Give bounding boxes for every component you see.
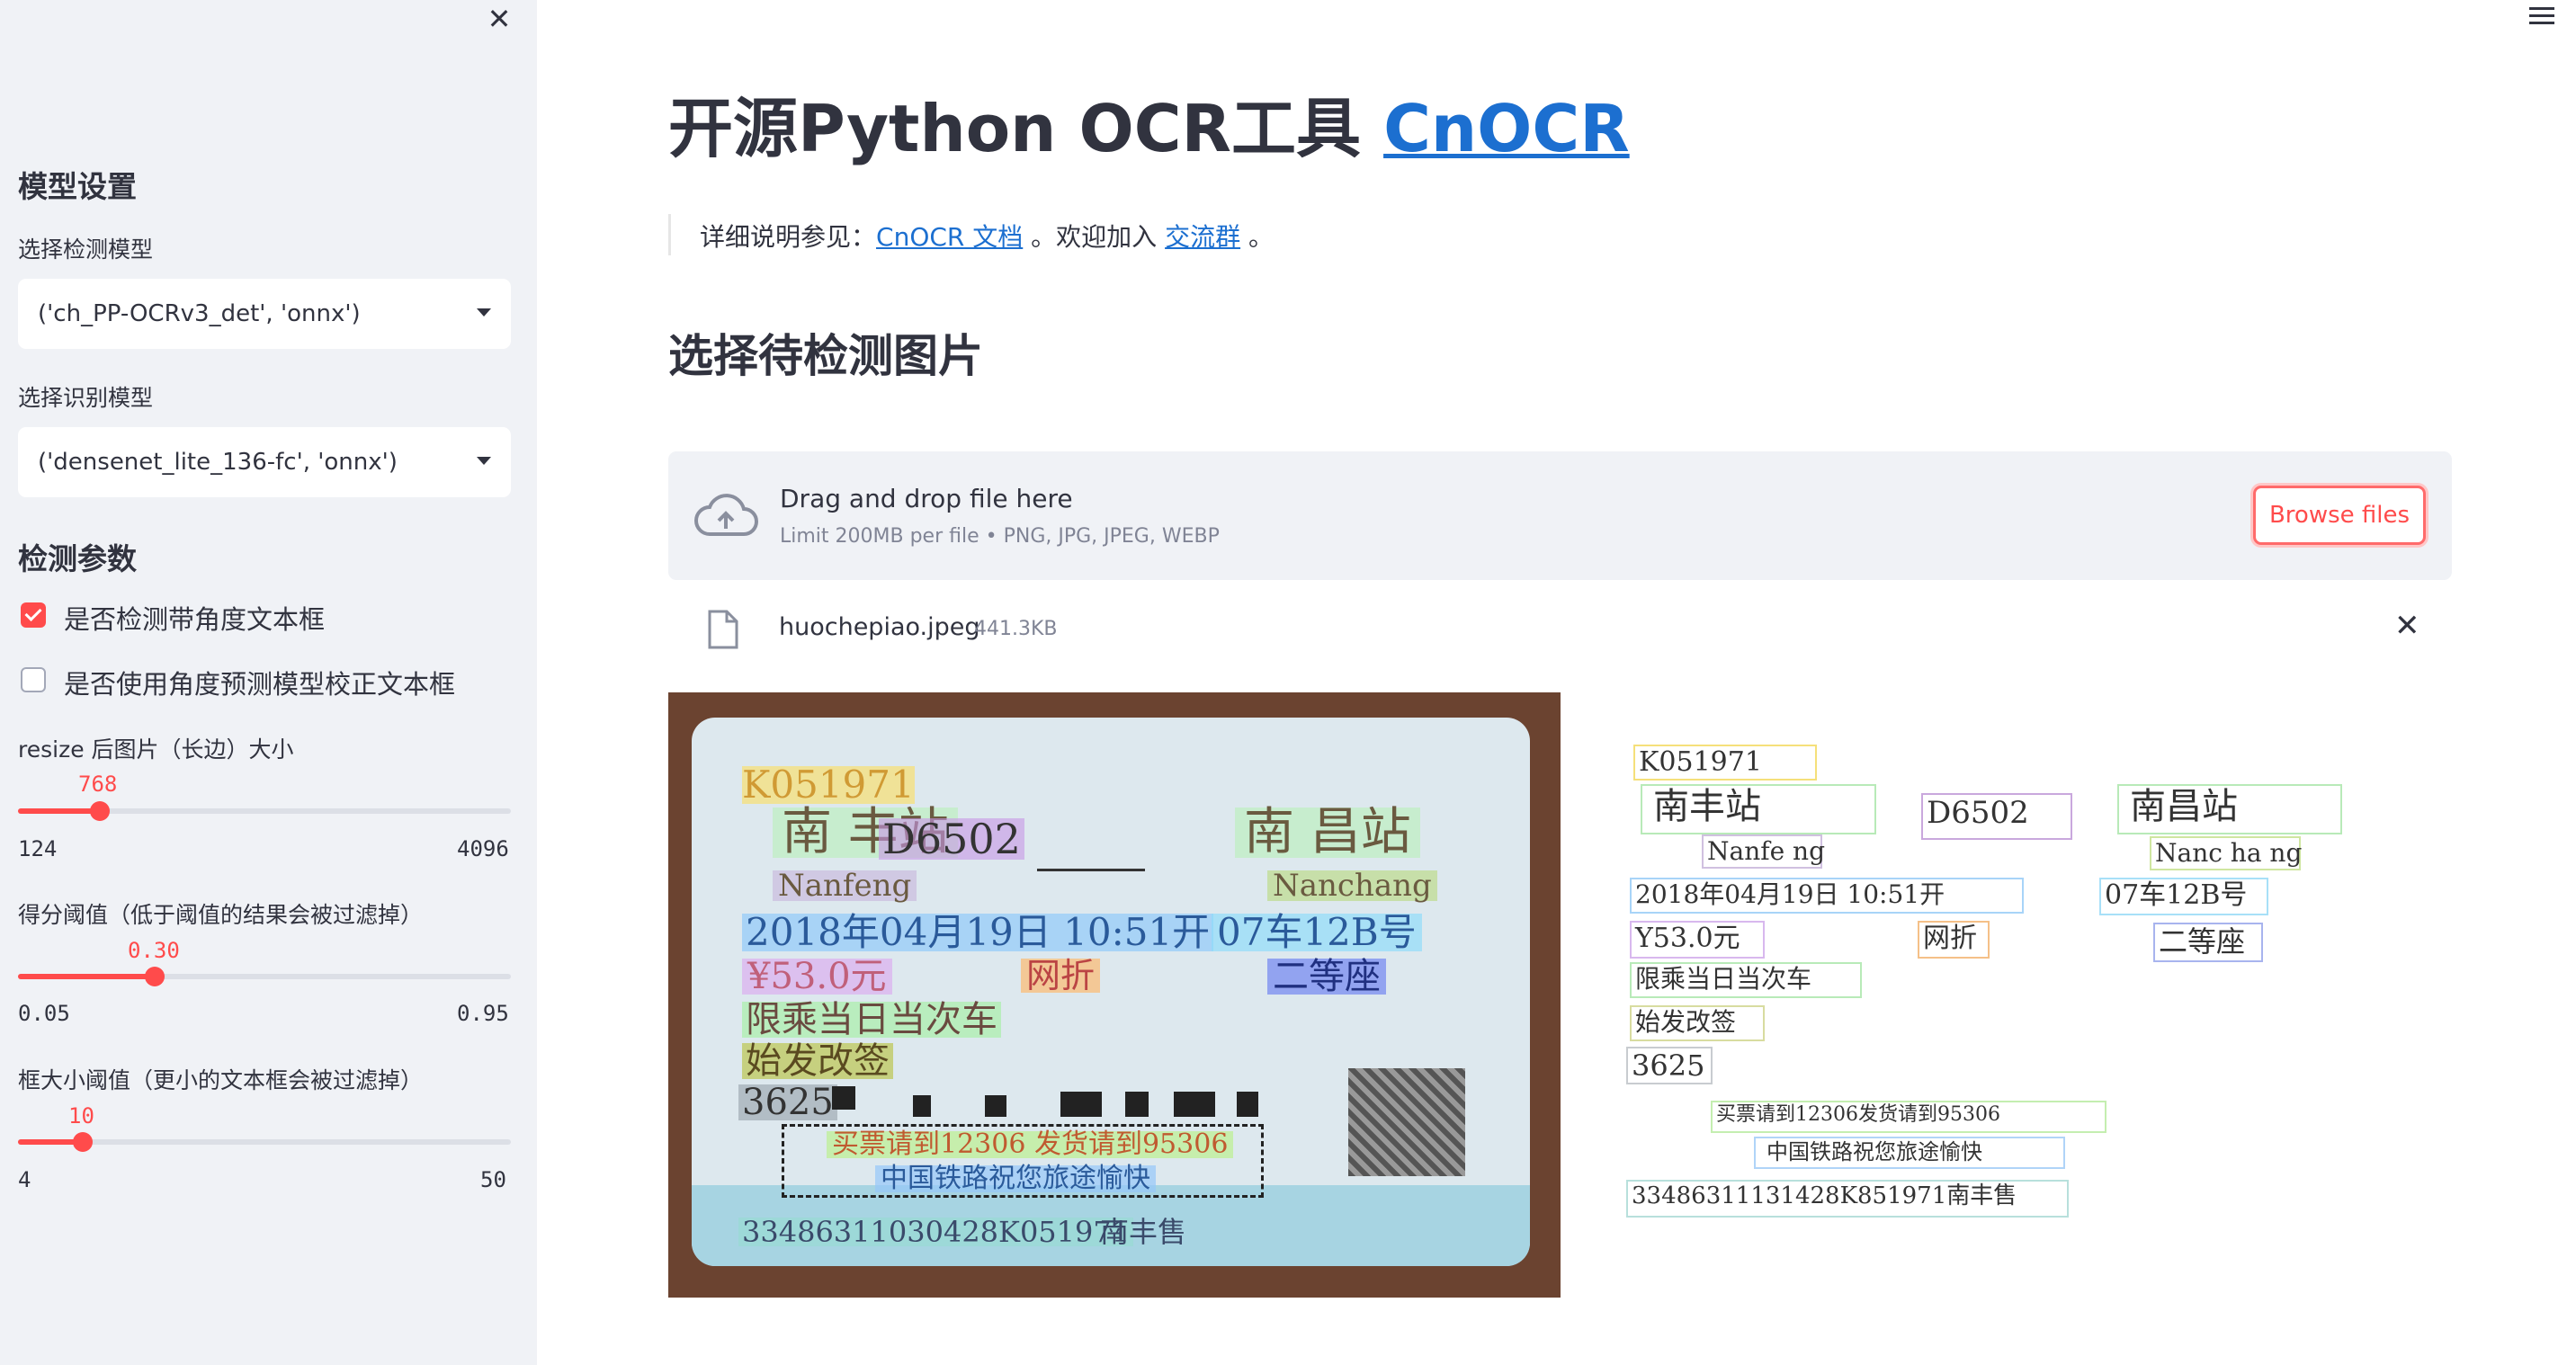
ticket-seat: 07车12B号 — [1212, 914, 1422, 951]
info-divider — [668, 214, 671, 255]
ocr-box-to-pinyin: Nanc ha ng — [2150, 836, 2302, 870]
ticket-serial: 33486311030428K051971 — [738, 1218, 1134, 1246]
det-params-title: 检测参数 — [18, 541, 137, 576]
info-mid: 。欢迎加入 — [1023, 222, 1166, 252]
ticket-notice1: 买票请到12306 发货请到95306 — [827, 1131, 1234, 1158]
remove-file-icon[interactable]: ✕ — [2394, 608, 2420, 644]
score-slider-min: 0.05 — [18, 1001, 70, 1026]
file-icon — [708, 610, 738, 649]
resize-slider-max: 4096 — [457, 836, 509, 861]
box-slider-min: 4 — [18, 1167, 31, 1192]
score-slider-track[interactable] — [18, 974, 511, 979]
rotated-box-checkbox[interactable] — [21, 602, 46, 628]
resize-slider-thumb[interactable] — [90, 801, 110, 821]
redaction-block — [832, 1086, 855, 1110]
info-suffix: 。 — [1240, 222, 1274, 252]
cnocr-docs-link[interactable]: CnOCR 文档 — [876, 222, 1023, 252]
ocr-box-id-prefix: 3625 — [1626, 1047, 1713, 1084]
sidebar: ✕ 模型设置 选择检测模型 ('ch_PP-OCRv3_det', 'onnx'… — [0, 0, 537, 1365]
det-model-select[interactable]: ('ch_PP-OCRv3_det', 'onnx') — [18, 279, 511, 349]
ocr-box-to-station: 南昌站 — [2117, 784, 2342, 834]
score-slider-value: 0.30 — [128, 938, 180, 963]
ocr-result-canvas: K051971 南丰站 D6502 南昌站 Nanfe ng Nanc ha n… — [1601, 719, 2375, 1259]
score-slider-max: 0.95 — [457, 1001, 509, 1026]
ocr-box-serial: 33486311131428K851971南丰售 — [1626, 1180, 2069, 1218]
cnocr-title-link[interactable]: CnOCR — [1383, 91, 1630, 166]
community-link[interactable]: 交流群 — [1165, 222, 1240, 252]
ticket-change: 始发改签 — [742, 1043, 893, 1079]
drag-drop-text: Drag and drop file here — [780, 484, 1073, 513]
page-title-text: 开源Python OCR工具 — [668, 91, 1384, 166]
browse-files-button[interactable]: Browse files — [2253, 486, 2426, 545]
ocr-box-date: 2018年04月19日 10:51开 — [1630, 878, 2024, 914]
rec-model-label: 选择识别模型 — [18, 385, 154, 411]
close-sidebar-icon[interactable]: ✕ — [484, 4, 514, 34]
ocr-box-seat-class: 二等座 — [2153, 923, 2263, 962]
ocr-box-train: D6502 — [1921, 793, 2072, 840]
ocr-box-notice1: 买票请到12306发货请到95306 — [1711, 1101, 2106, 1133]
uploaded-file-size: 441.3KB — [974, 618, 1058, 640]
ticket-date: 2018年04月19日 10:51开 — [742, 914, 1214, 951]
info-line: 详细说明参见：CnOCR 文档 。欢迎加入 交流群 。 — [700, 218, 1274, 254]
redaction-block — [1060, 1092, 1102, 1117]
det-model-label: 选择检测模型 — [18, 236, 154, 263]
redaction-block — [913, 1095, 931, 1117]
ticket-id-prefix: 3625 — [738, 1084, 837, 1120]
ocr-box-discount: 网折 — [1918, 921, 1990, 959]
page-title: 开源Python OCR工具 CnOCR — [668, 76, 1630, 170]
model-settings-title: 模型设置 — [18, 169, 137, 204]
ocr-box-from-station: 南丰站 — [1641, 784, 1876, 834]
uploaded-file-name: huochepiao.jpeg — [779, 613, 980, 641]
redaction-block — [1125, 1092, 1149, 1117]
section-title: 选择待检测图片 — [668, 330, 983, 382]
box-slider-label: 框大小阈值（更小的文本框会被过滤掉） — [18, 1067, 424, 1093]
ticket-discount: 网折 — [1021, 959, 1101, 993]
score-slider-label: 得分阈值（低于阈值的结果会被过滤掉） — [18, 902, 424, 928]
upload-limit-text: Limit 200MB per file • PNG, JPG, JPEG, W… — [780, 525, 1220, 548]
resize-slider-label: resize 后图片（长边）大小 — [18, 736, 294, 763]
rec-model-select[interactable]: ('densenet_lite_136-fc', 'onnx') — [18, 427, 511, 497]
resize-slider-min: 124 — [18, 836, 58, 861]
score-slider-thumb[interactable] — [145, 967, 165, 986]
ticket-arrow — [1037, 869, 1145, 871]
angle-clf-label: 是否使用角度预测模型校正文本框 — [64, 669, 456, 700]
ticket-from-pinyin: Nanfeng — [773, 870, 917, 901]
rec-model-value: ('densenet_lite_136-fc', 'onnx') — [38, 449, 398, 476]
ticket-code: K051971 — [742, 763, 915, 807]
ticket-qr-code — [1348, 1068, 1465, 1176]
ticket-card: K051971 南 丰站 D6502 南 昌站 Nanfeng Nanchang… — [692, 718, 1530, 1266]
redaction-block — [1174, 1092, 1215, 1117]
rotated-box-label: 是否检测带角度文本框 — [64, 604, 326, 635]
hamburger-menu-icon[interactable] — [2529, 5, 2556, 27]
uploaded-ticket-image: K051971 南 丰站 D6502 南 昌站 Nanfeng Nanchang… — [668, 692, 1561, 1298]
chevron-down-icon — [477, 308, 491, 317]
ticket-to-pinyin: Nanchang — [1267, 870, 1437, 901]
cloud-upload-icon — [694, 494, 758, 536]
file-uploader-dropzone[interactable]: Drag and drop file here Limit 200MB per … — [668, 451, 2452, 580]
ticket-notice2: 中国铁路祝您旅途愉快 — [875, 1165, 1156, 1192]
chevron-down-icon — [477, 457, 491, 465]
ticket-price: ¥53.0元 — [742, 959, 892, 995]
ocr-box-restriction: 限乘当日当次车 — [1630, 962, 1862, 998]
box-slider-thumb[interactable] — [73, 1132, 93, 1152]
ocr-box-from-pinyin: Nanfe ng — [1702, 834, 1825, 869]
ticket-seller: 南丰售 — [1100, 1215, 1187, 1249]
redaction-block — [985, 1095, 1006, 1117]
ocr-box-code: K051971 — [1633, 745, 1817, 781]
ticket-restriction: 限乘当日当次车 — [742, 1002, 1001, 1038]
ocr-box-price: Y53.0元 — [1630, 921, 1765, 959]
det-model-value: ('ch_PP-OCRv3_det', 'onnx') — [38, 300, 361, 327]
box-slider-value: 10 — [68, 1103, 94, 1129]
redaction-block — [1237, 1092, 1258, 1117]
ticket-seat-class: 二等座 — [1267, 959, 1386, 995]
ticket-train: D6502 — [879, 818, 1024, 860]
ocr-box-seat: 07车12B号 — [2099, 878, 2268, 915]
angle-clf-checkbox[interactable] — [21, 667, 46, 692]
info-prefix: 详细说明参见： — [700, 222, 877, 252]
ocr-box-notice2: 中国铁路祝您旅途愉快 — [1754, 1137, 2065, 1169]
ticket-to-station: 南 昌站 — [1235, 807, 1420, 858]
ocr-box-change: 始发改签 — [1630, 1005, 1765, 1041]
resize-slider-value: 768 — [78, 772, 118, 797]
box-slider-max: 50 — [480, 1167, 506, 1192]
